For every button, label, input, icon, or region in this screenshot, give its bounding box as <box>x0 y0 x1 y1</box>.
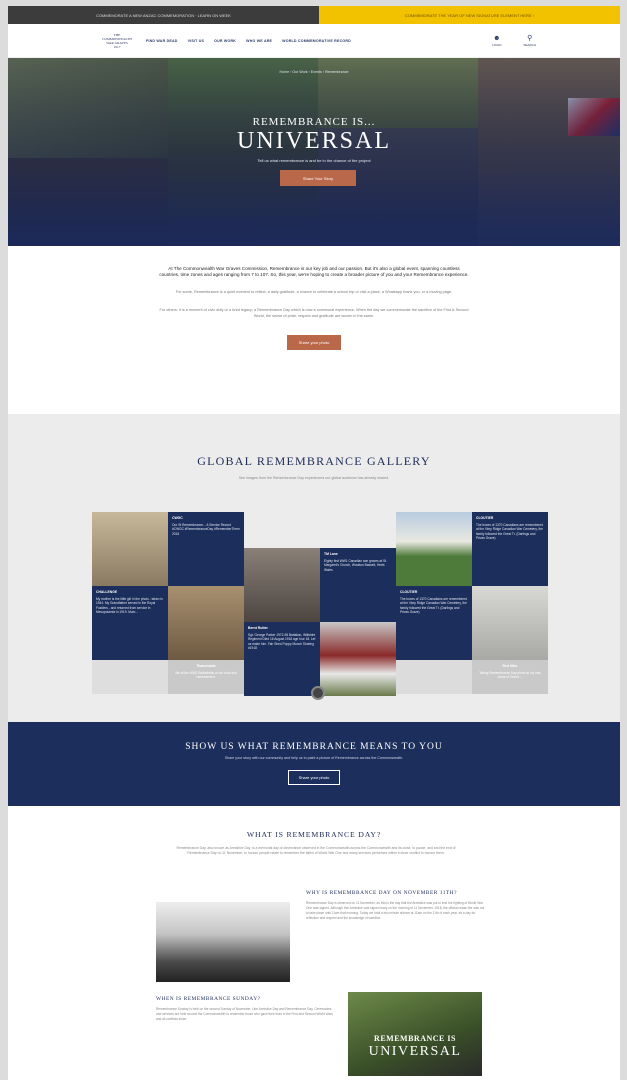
gallery-card-1[interactable]: CWGC Our St Remembrance... A Service Rec… <box>168 512 244 586</box>
gallery-card-7[interactable]: Thamesdale We at the WW1 Battlefields of… <box>168 660 244 694</box>
gallery-card-8[interactable]: Red lilies Taking Remembrance Day photo … <box>472 660 548 694</box>
show-us-subtitle: Share your story with our community and … <box>224 756 404 760</box>
gallery-card-3-head: Bernt Rutter <box>248 626 268 630</box>
gallery-card-1-head: CWGC <box>172 516 183 520</box>
login-button[interactable]: ☻ LOGIN <box>492 35 501 47</box>
show-us-section: SHOW US WHAT REMEMBRANCE MEANS TO YOU Sh… <box>8 722 620 806</box>
gallery-card-2-body: My mother is the little girl in the phot… <box>96 597 163 614</box>
header-actions: ☻ LOGIN ⚲ SEARCH <box>492 35 536 47</box>
remembrance-sunday-text: Remembrance Sunday is held on the second… <box>156 1007 333 1021</box>
announcement-bar: COMMEMORATE A NEW ANZAC COMMEMORATION · … <box>8 6 620 24</box>
gallery-card-5-body: The boxes of 1370 Canadians are remember… <box>476 523 543 540</box>
announcement-right[interactable]: COMMEMORATE THE YEAR OF NEW SIGNATURE EL… <box>319 6 620 24</box>
search-button[interactable]: ⚲ SEARCH <box>523 35 536 47</box>
announcement-left-text[interactable]: COMMEMORATE A NEW ANZAC COMMEMORATION · … <box>96 13 231 18</box>
remembrance-sunday-title: WHEN IS REMEMBRANCE SUNDAY? <box>156 996 261 1002</box>
why-nov-11-title: WHY IS REMEMBRANCE DAY ON NOVEMBER 11TH? <box>306 890 457 896</box>
gallery-card-2-head: CHALLENGE <box>96 590 118 594</box>
cwgc-logo[interactable]: THE COMMONWEALTH WAR GRAVES 1917 <box>98 33 136 49</box>
hero-title-big: UNIVERSAL <box>237 128 391 154</box>
gallery-card-3-body: Sgt. George Parker 1972-98 Battalion, Wi… <box>248 633 316 650</box>
show-us-share-button[interactable]: Share your photo <box>287 770 341 785</box>
gallery-photo-faded-1[interactable] <box>92 660 168 694</box>
gallery-photo-family[interactable] <box>168 586 244 660</box>
gallery-card-4[interactable]: TM Lane Eighty first WW1 Canadian war gr… <box>320 548 396 622</box>
login-label: LOGIN <box>492 42 502 47</box>
main-nav: FIND WAR DEAD VISIT US OUR WORK WHO WE A… <box>146 39 492 43</box>
breadcrumb[interactable]: Home › Our Work › Events › Remembrance <box>8 70 620 74</box>
gallery-card-4-body: Eighty first WW1 Canadian war graves at … <box>324 559 387 572</box>
nav-who-we-are[interactable]: WHO WE ARE <box>246 39 272 43</box>
gallery-card-6-head: CLOUTIER <box>400 590 418 594</box>
gallery-photo-soldier-portrait[interactable] <box>244 548 320 622</box>
gallery-photo-parade[interactable] <box>320 622 396 696</box>
logo-line-4: 1917 <box>113 44 121 49</box>
gallery-card-1-body: Our St Remembrance... A Service Record #… <box>172 523 240 536</box>
hero-title-small: REMEMBRANCE IS... <box>252 116 376 128</box>
hero-banner: Home › Our Work › Events › Remembrance R… <box>8 58 620 246</box>
gallery-photo-cemetery[interactable] <box>396 512 472 586</box>
loading-spinner-icon <box>311 686 325 700</box>
universal-promo-image[interactable]: REMEMBRANCE IS UNIVERSAL <box>348 992 482 1076</box>
intro-lead: At The Commonwealth War Graves Commissio… <box>159 266 469 278</box>
nav-world-record[interactable]: WORLD COMMEMORATIVE RECORD <box>282 39 351 43</box>
announcement-right-text[interactable]: COMMEMORATE THE YEAR OF NEW SIGNATURE EL… <box>405 13 534 18</box>
gallery-photo-canada-stone[interactable] <box>472 586 548 660</box>
remembrance-sunday-block: WHEN IS REMEMBRANCE SUNDAY? Remembrance … <box>156 996 336 1022</box>
nav-find-war-dead[interactable]: FIND WAR DEAD <box>146 39 178 43</box>
nav-our-work[interactable]: OUR WORK <box>214 39 236 43</box>
hero-subtitle: Tell us what remembrance is and be in th… <box>257 158 371 163</box>
gallery-card-7-head: Thamesdale <box>196 664 216 668</box>
intro-paragraph-1: For some, Remembrance is a quiet moment … <box>175 290 453 295</box>
nav-visit-us[interactable]: VISIT US <box>188 39 205 43</box>
share-photo-button[interactable]: Share your photo <box>286 335 342 351</box>
promo-line-2: UNIVERSAL <box>368 1044 462 1059</box>
gallery-card-7-body: We at the WW1 Battlefields of our local … <box>175 671 237 680</box>
what-is-title: WHAT IS REMEMBRANCE DAY? <box>246 830 382 839</box>
what-is-section: WHAT IS REMEMBRANCE DAY? Remembrance Day… <box>8 806 620 1080</box>
gallery-card-3[interactable]: Bernt Rutter Sgt. George Parker 1972-98 … <box>244 622 320 696</box>
gallery-card-8-head: Red lilies <box>502 664 518 668</box>
show-us-title: SHOW US WHAT REMEMBRANCE MEANS TO YOU <box>185 742 443 752</box>
gallery-card-6[interactable]: CLOUTIER The boxes of 1370 Canadians are… <box>396 586 472 660</box>
gallery-card-8-body: Taking Remembrance Day photo at my new h… <box>479 671 541 680</box>
share-story-button[interactable]: Share Your Story <box>280 170 356 186</box>
gallery-photo-faded-2[interactable] <box>396 660 472 694</box>
gallery-subtitle: See images from the Remembrance Day expe… <box>238 476 390 480</box>
gallery-card-5-head: CLOUTIER <box>476 516 494 520</box>
intro-paragraph-2: For others, it is a moment of civic duty… <box>159 308 469 318</box>
site-header: THE COMMONWEALTH WAR GRAVES 1917 FIND WA… <box>8 24 620 58</box>
intro-section: At The Commonwealth War Graves Commissio… <box>8 246 620 351</box>
search-label: SEARCH <box>523 42 536 47</box>
gallery-card-5[interactable]: CLOUTIER The boxes of 1370 Canadians are… <box>472 512 548 586</box>
gallery-photo-speaker[interactable] <box>92 512 168 586</box>
why-nov-11-block: WHY IS REMEMBRANCE DAY ON NOVEMBER 11TH?… <box>306 890 486 921</box>
gallery-section: GLOBAL REMEMBRANCE GALLERY See images fr… <box>8 414 620 722</box>
logo-line-2: COMMONWEALTH <box>102 36 132 41</box>
gallery-card-4-head: TM Lane <box>324 552 338 556</box>
gallery-card-6-body: The boxes of 1370 Canadians are remember… <box>400 597 467 614</box>
page-frame: COMMEMORATE A NEW ANZAC COMMEMORATION · … <box>8 6 620 1080</box>
search-icon: ⚲ <box>527 34 533 42</box>
what-is-paragraph: Remembrance Day, also known as Armistice… <box>176 846 456 855</box>
gallery-title: GLOBAL REMEMBRANCE GALLERY <box>197 454 431 468</box>
memorial-cross-photo <box>156 902 290 982</box>
gallery-card-2[interactable]: CHALLENGE My mother is the little girl i… <box>92 586 168 660</box>
why-nov-11-text: Remembrance Day is observed on 11 Novemb… <box>306 901 485 920</box>
promo-line-1: REMEMBRANCE IS <box>374 1034 456 1043</box>
user-icon: ☻ <box>493 34 501 42</box>
announcement-left[interactable]: COMMEMORATE A NEW ANZAC COMMEMORATION · … <box>8 6 319 24</box>
